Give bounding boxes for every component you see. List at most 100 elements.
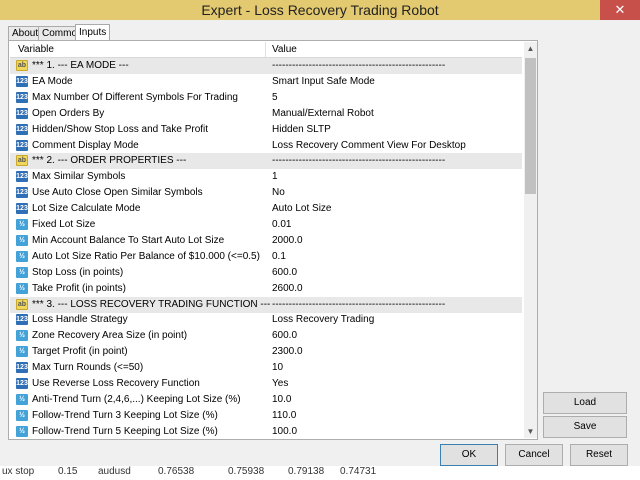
variable-name: Follow-Trend Turn 3 Keeping Lot Size (%): [32, 409, 218, 421]
integer-type-icon: 123: [16, 203, 28, 215]
string-type-icon: ab: [16, 298, 28, 310]
ok-button[interactable]: OK: [440, 444, 498, 466]
variable-value[interactable]: Hidden SLTP: [272, 124, 331, 135]
table-row[interactable]: 123 Open Orders By Manual/External Robot: [10, 106, 522, 122]
double-type-icon: ½: [16, 234, 28, 246]
table-row[interactable]: 123 Hidden/Show Stop Loss and Take Profit…: [10, 122, 522, 138]
column-header-variable[interactable]: Variable: [18, 44, 54, 55]
variable-value[interactable]: 2600.0: [272, 283, 303, 294]
double-type-icon: ½: [16, 393, 28, 405]
variable-value[interactable]: 2000.0: [272, 235, 303, 246]
variable-name: Min Account Balance To Start Auto Lot Si…: [32, 234, 225, 246]
variable-value[interactable]: Smart Input Safe Mode: [272, 76, 375, 87]
reset-button[interactable]: Reset: [570, 444, 628, 466]
table-row[interactable]: 123 Comment Display Mode Loss Recovery Com…: [10, 138, 522, 154]
variable-name: *** 1. --- EA MODE ---: [32, 60, 129, 71]
variable-name: Follow-Trend Turn 5 Keeping Lot Size (%): [32, 425, 218, 437]
variable-value[interactable]: ----------------------------------------…: [272, 299, 445, 310]
variable-value[interactable]: 0.01: [272, 219, 291, 230]
variable-name: Open Orders By: [32, 107, 105, 119]
table-row[interactable]: ½ Zone Recovery Area Size (in point) 600.0: [10, 328, 522, 344]
window-title: Expert - Loss Recovery Trading Robot: [201, 2, 439, 18]
variable-name: Anti-Trend Turn (2,4,6,...) Keeping Lot …: [32, 393, 241, 405]
table-row[interactable]: 123 Lot Size Calculate Mode Auto Lot Size: [10, 201, 522, 217]
save-button[interactable]: Save: [543, 416, 627, 438]
variable-name: Max Number Of Different Symbols For Trad…: [32, 91, 238, 103]
variable-name: Stop Loss (in points): [32, 266, 124, 278]
table-row[interactable]: ½ Take Profit (in points) 2600.0: [10, 281, 522, 297]
table-row[interactable]: ab *** 1. --- EA MODE --- ----------------…: [10, 58, 522, 74]
integer-type-icon: 123: [16, 362, 28, 374]
variable-value[interactable]: Auto Lot Size: [272, 203, 331, 214]
variable-value[interactable]: Yes: [272, 378, 288, 389]
integer-type-icon: 123: [16, 171, 28, 183]
grid-header: Variable Value: [10, 42, 522, 58]
double-type-icon: ½: [16, 330, 28, 342]
tab-inputs[interactable]: Inputs: [75, 24, 111, 40]
variable-value[interactable]: 600.0: [272, 267, 297, 278]
table-row[interactable]: ½ Anti-Trend Turn (2,4,6,...) Keeping Lot…: [10, 392, 522, 408]
variable-value[interactable]: 1: [272, 171, 278, 182]
scroll-thumb[interactable]: [525, 58, 536, 194]
load-button[interactable]: Load: [543, 392, 627, 414]
variable-value[interactable]: 600.0: [272, 330, 297, 341]
column-separator[interactable]: [265, 42, 266, 57]
table-row[interactable]: 123 Loss Handle Strategy Loss Recovery Tra…: [10, 312, 522, 328]
variable-value[interactable]: 100.0: [272, 426, 297, 437]
double-type-icon: ½: [16, 250, 28, 262]
double-type-icon: ½: [16, 282, 28, 294]
table-row[interactable]: ½ Target Profit (in point) 2300.0: [10, 344, 522, 360]
table-row[interactable]: ½ Follow-Trend Turn 5 Keeping Lot Size (%…: [10, 424, 522, 438]
variable-name: *** 2. --- ORDER PROPERTIES ---: [32, 155, 187, 167]
variable-name: EA Mode: [32, 75, 73, 87]
table-row[interactable]: 123 Max Turn Rounds (<=50) 10: [10, 360, 522, 376]
integer-type-icon: 123: [16, 91, 28, 103]
variable-name: Use Auto Close Open Similar Symbols: [32, 187, 203, 199]
integer-type-icon: 123: [16, 187, 28, 199]
table-row[interactable]: ½ Stop Loss (in points) 600.0: [10, 265, 522, 281]
variable-name: Max Similar Symbols: [32, 171, 126, 183]
variable-value[interactable]: 110.0: [272, 410, 296, 421]
variable-name: Comment Display Mode: [32, 139, 139, 151]
title-bar: Expert - Loss Recovery Trading Robot ✕: [0, 0, 640, 20]
variable-name: Auto Lot Size Ratio Per Balance of $10.0…: [32, 250, 260, 262]
table-row[interactable]: ½ Follow-Trend Turn 3 Keeping Lot Size (%…: [10, 408, 522, 424]
variable-name: Lot Size Calculate Mode: [32, 203, 141, 215]
variable-value[interactable]: 10: [272, 362, 283, 373]
variable-value[interactable]: ----------------------------------------…: [272, 60, 445, 71]
variable-name: Max Turn Rounds (<=50): [32, 362, 144, 374]
inputs-panel: Variable Value ab *** 1. --- EA MODE --- -…: [8, 40, 538, 440]
variable-value[interactable]: Loss Recovery Trading: [272, 314, 374, 325]
strip-cell: 0.79138: [288, 466, 325, 477]
column-header-value[interactable]: Value: [272, 44, 297, 55]
variable-value[interactable]: Manual/External Robot: [272, 108, 374, 119]
variable-value[interactable]: 0.1: [272, 251, 286, 262]
variable-name: *** 3. --- LOSS RECOVERY TRADING FUNCTIO…: [32, 298, 271, 310]
table-row[interactable]: ½ Auto Lot Size Ratio Per Balance of $10.…: [10, 249, 522, 265]
table-row[interactable]: 123 Use Reverse Loss Recovery Function Yes: [10, 376, 522, 392]
table-row[interactable]: 123 Max Similar Symbols 1: [10, 169, 522, 185]
close-icon[interactable]: ✕: [600, 0, 640, 20]
scroll-down-icon[interactable]: ▼: [524, 425, 537, 438]
table-row[interactable]: ab *** 2. --- ORDER PROPERTIES --- -------…: [10, 153, 522, 170]
strip-cell: ux stop: [2, 466, 35, 477]
table-row[interactable]: 123 Max Number Of Different Symbols For T…: [10, 90, 522, 106]
variable-value[interactable]: No: [272, 187, 285, 198]
strip-cell: audusd: [98, 466, 131, 477]
vertical-scrollbar[interactable]: ▲ ▼: [524, 42, 537, 438]
variable-value[interactable]: ----------------------------------------…: [272, 155, 445, 166]
variable-value[interactable]: Loss Recovery Comment View For Desktop: [272, 140, 466, 151]
table-row[interactable]: ½ Min Account Balance To Start Auto Lot S…: [10, 233, 522, 249]
strip-cell: 0.76538: [158, 466, 195, 477]
table-row[interactable]: ½ Fixed Lot Size 0.01: [10, 217, 522, 233]
table-row[interactable]: 123 Use Auto Close Open Similar Symbols No: [10, 185, 522, 201]
variable-value[interactable]: 5: [272, 92, 278, 103]
variable-value[interactable]: 2300.0: [272, 346, 303, 357]
variable-name: Zone Recovery Area Size (in point): [32, 330, 188, 342]
cancel-button[interactable]: Cancel: [505, 444, 563, 466]
table-row[interactable]: ab *** 3. --- LOSS RECOVERY TRADING FUNCT…: [10, 296, 522, 313]
strip-cell: 0.75938: [228, 466, 265, 477]
table-row[interactable]: 123 EA Mode Smart Input Safe Mode: [10, 74, 522, 90]
scroll-up-icon[interactable]: ▲: [524, 42, 537, 55]
variable-value[interactable]: 10.0: [272, 394, 291, 405]
